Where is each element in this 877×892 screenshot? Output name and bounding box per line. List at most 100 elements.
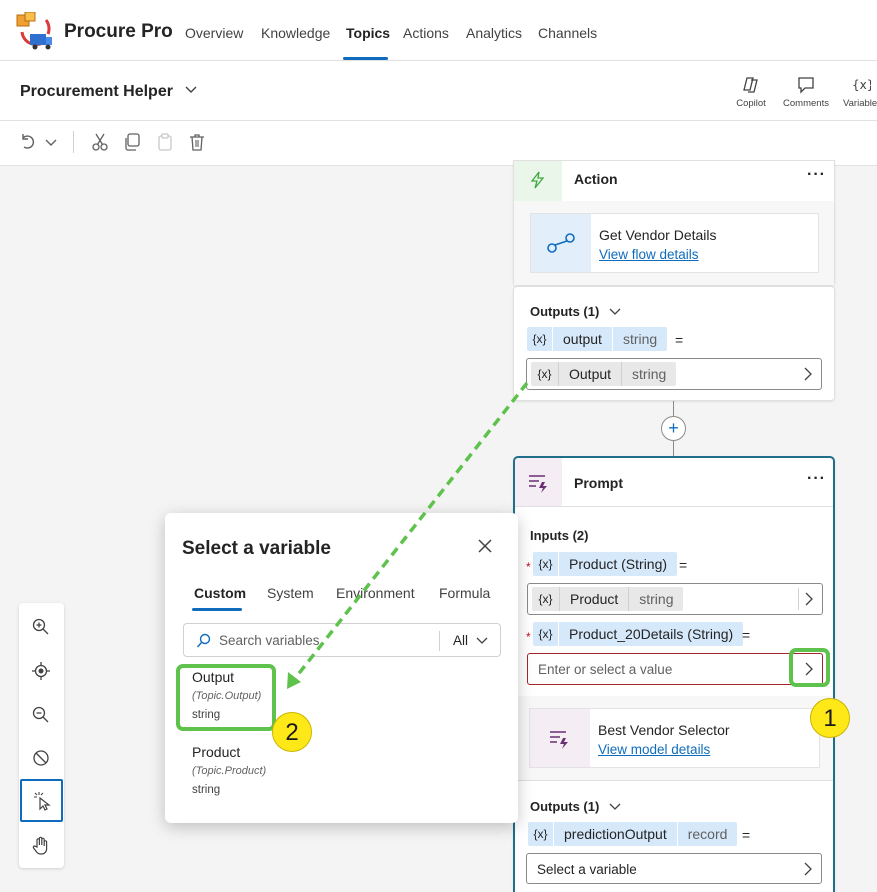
view-model-details-link[interactable]: View model details [598, 742, 710, 757]
search-variables-input[interactable]: Search variables All [183, 623, 501, 657]
tab-formula[interactable]: Formula [439, 585, 490, 601]
topic-header: Procurement Helper Copilot Comments {x} … [0, 61, 877, 121]
input1-value-name: Product [570, 591, 619, 607]
variable-item-path: (Topic.Product) [192, 765, 267, 777]
variables-button[interactable]: {x} Variable [843, 75, 877, 109]
procure-pro-logo-icon [16, 12, 52, 50]
select-variable-field[interactable]: Select a variable [526, 853, 822, 884]
chevron-down-icon[interactable] [42, 132, 62, 152]
prediction-output-type: record [676, 822, 738, 846]
variable-icon: {x} [533, 622, 559, 646]
copilot-button[interactable]: Copilot [733, 75, 769, 109]
output-value-type: string [621, 362, 676, 386]
flow-card: Get Vendor Details View flow details [530, 213, 819, 273]
add-node-button[interactable]: + [661, 416, 686, 441]
chevron-down-icon[interactable] [476, 635, 488, 647]
zoom-in-icon[interactable] [31, 617, 51, 637]
output-variable-name: output [563, 331, 602, 347]
zoom-out-icon[interactable] [31, 705, 51, 725]
comments-button[interactable]: Comments [781, 75, 831, 109]
chevron-down-icon[interactable] [184, 82, 198, 96]
paste-icon[interactable] [155, 132, 175, 152]
active-tab-indicator [192, 608, 242, 611]
hand-pan-icon[interactable] [31, 836, 51, 856]
variable-icon: {x} [532, 587, 560, 611]
action-icon-bg [514, 161, 562, 201]
canvas-zoom-toolbar [19, 603, 64, 868]
view-flow-details-link[interactable]: View flow details [599, 247, 699, 262]
action-title: Action [574, 171, 618, 187]
undo-icon[interactable] [18, 132, 38, 152]
tab-overview[interactable]: Overview [185, 25, 243, 41]
tab-analytics[interactable]: Analytics [466, 25, 522, 41]
bot-name[interactable]: Procurement Helper [20, 83, 173, 101]
recenter-icon[interactable] [31, 661, 51, 681]
equals-sign: = [675, 332, 684, 348]
delete-icon[interactable] [187, 132, 207, 152]
tab-channels[interactable]: Channels [538, 25, 597, 41]
top-nav: Procure Pro Overview Knowledge Topics Ac… [0, 0, 877, 61]
more-options-icon[interactable]: ··· [807, 166, 826, 184]
action-outputs-card: Outputs (1) {x} output string = {x} Outp… [513, 286, 835, 401]
prompt-icon-bg [515, 458, 562, 506]
flow-icon [547, 233, 575, 253]
toolbar-divider [73, 131, 74, 153]
chevron-down-icon[interactable] [608, 305, 622, 319]
variable-icon: {x} [533, 552, 559, 576]
svg-text:{x}: {x} [852, 78, 871, 92]
chevron-right-icon[interactable] [803, 862, 813, 876]
input1-value-chip: {x} Product string [532, 587, 684, 611]
filter-dropdown[interactable]: All [453, 633, 468, 648]
variable-item-name: Product [192, 744, 241, 760]
tab-system[interactable]: System [267, 585, 314, 601]
equals-sign: = [742, 627, 751, 643]
tab-actions[interactable]: Actions [403, 25, 449, 41]
input2-variable-chip[interactable]: {x} Product_20Details (String) [533, 622, 744, 646]
output-variable-type: string [611, 327, 667, 351]
select-mode-button[interactable] [20, 779, 63, 822]
minimap-off-icon[interactable] [31, 748, 51, 768]
input2-value-field[interactable]: Enter or select a value [527, 653, 823, 685]
lightning-icon [530, 171, 545, 189]
output-value-name: Output [569, 366, 612, 382]
close-icon[interactable] [477, 538, 493, 554]
prompt-divider [515, 506, 833, 507]
equals-sign: = [742, 827, 751, 843]
input2-placeholder: Enter or select a value [538, 662, 673, 677]
prompt-node[interactable]: Prompt ··· Inputs (2) * {x} Product (Str… [513, 456, 835, 892]
tab-environment[interactable]: Environment [336, 585, 415, 601]
chevron-right-icon[interactable] [803, 367, 813, 381]
tab-topics[interactable]: Topics [346, 25, 390, 41]
tab-knowledge[interactable]: Knowledge [261, 25, 330, 41]
action-node[interactable]: Action ··· Get Vendor Details View flow … [513, 160, 835, 286]
variable-icon: {x} [527, 327, 553, 351]
search-icon [196, 633, 211, 648]
more-options-icon[interactable]: ··· [807, 470, 826, 488]
prediction-output-chip[interactable]: {x} predictionOutput record [528, 822, 738, 846]
inputs-label: Inputs (2) [530, 528, 589, 543]
input1-value-field[interactable]: {x} Product string [527, 583, 823, 615]
active-tab-indicator [343, 57, 388, 60]
tab-custom[interactable]: Custom [194, 585, 246, 601]
model-icon-bg [530, 709, 590, 767]
copy-icon[interactable] [122, 132, 142, 152]
variable-icon: {x} [528, 822, 554, 846]
output-variable-chip[interactable]: {x} output string [527, 327, 668, 351]
chevron-right-icon[interactable] [804, 592, 814, 606]
variable-item-type: string [192, 784, 221, 796]
output-value-field[interactable]: {x} Output string [526, 358, 822, 390]
cut-icon[interactable] [90, 132, 110, 152]
outputs-label: Outputs (1) [530, 799, 600, 814]
variables-label: Variable [843, 98, 877, 109]
variable-icon: {x} [852, 78, 871, 92]
output-value-chip: {x} Output string [531, 362, 677, 386]
equals-sign: = [679, 557, 688, 573]
chevron-down-icon[interactable] [608, 800, 622, 814]
input1-variable-chip[interactable]: {x} Product (String) [533, 552, 678, 576]
search-divider [439, 631, 440, 651]
flow-name: Get Vendor Details [599, 227, 717, 243]
input1-name: Product (String) [569, 556, 668, 572]
highlight-output-item [176, 664, 276, 731]
pointer-icon [34, 792, 51, 811]
variable-icon: {x} [531, 362, 559, 386]
